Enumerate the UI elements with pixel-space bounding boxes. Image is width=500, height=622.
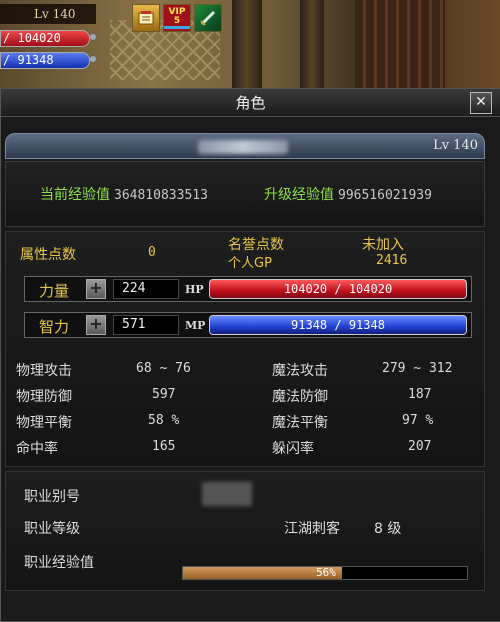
- stat-value: 58 %: [148, 413, 180, 428]
- stat-value: 207: [408, 439, 432, 454]
- hud-level: Lv 140: [0, 4, 96, 24]
- stat-value: 165: [152, 439, 176, 454]
- next-exp-value: 996516021939: [338, 188, 432, 203]
- job-panel: 职业别号 职业等级 江湖刺客 8 级 职业经验值 56%: [5, 471, 485, 591]
- character-window: 角色 ✕ Lv 140 当前经验值 364810833513 升级经验值 99651…: [0, 88, 500, 622]
- player-hud: Lv 140 / 104020 / 91348: [0, 0, 96, 76]
- hp-bar: 104020 / 104020: [209, 279, 467, 299]
- character-name-redacted: [198, 140, 288, 154]
- current-exp-label: 当前经验值: [40, 187, 110, 203]
- stat-label: 躲闪率: [272, 441, 314, 457]
- fame-points-label: 名誉点数: [228, 237, 284, 253]
- stat-value: 187: [408, 387, 432, 402]
- stat-label: 命中率: [16, 441, 58, 457]
- add-intelligence-button[interactable]: +: [86, 315, 106, 335]
- vip-icon[interactable]: VIP 5: [163, 4, 191, 32]
- scroll-icon[interactable]: [132, 4, 160, 32]
- hud-hp-knob: [90, 34, 96, 40]
- mp-bar-label: MP: [185, 319, 206, 332]
- attr-row-strength: 力量 + 224 HP 104020 / 104020: [24, 276, 472, 302]
- attr-points-value: 0: [148, 245, 156, 260]
- hud-mp-knob: [90, 56, 96, 62]
- next-exp: 升级经验值 996516021939: [264, 184, 432, 204]
- attr-row-intelligence: 智力 + 571 MP 91348 / 91348: [24, 312, 472, 338]
- stat-label: 魔法防御: [272, 389, 328, 405]
- gp-value: 2416: [376, 253, 408, 268]
- status-icons: VIP 5: [132, 4, 222, 32]
- attr-label: 力量: [39, 282, 70, 300]
- hud-hp-bar: / 104020: [0, 30, 90, 47]
- attr-label: 智力: [39, 318, 70, 336]
- mp-bar: 91348 / 91348: [209, 315, 467, 335]
- job-level-label: 职业等级: [24, 521, 80, 537]
- sword-icon[interactable]: [194, 4, 222, 32]
- attr-value: 571: [113, 315, 179, 335]
- window-titlebar[interactable]: 角色 ✕: [1, 89, 500, 117]
- job-exp-label: 职业经验值: [24, 555, 94, 571]
- stat-label: 物理防御: [16, 389, 72, 405]
- stat-value: 279 ~ 312: [382, 361, 453, 376]
- close-icon: ✕: [475, 94, 487, 110]
- next-exp-label: 升级经验值: [264, 187, 334, 203]
- character-level: Lv 140: [433, 138, 478, 153]
- stat-value: 597: [152, 387, 176, 402]
- hud-hp-value: 104020: [17, 31, 61, 45]
- job-exp-bar: 56%: [182, 566, 468, 580]
- job-alias-redacted: [202, 482, 252, 506]
- vip-underline: [164, 25, 190, 29]
- gp-label: 个人GP: [228, 256, 272, 271]
- stats-panel: 属性点数 0 名誉点数 未加入 个人GP 2416 力量 + 224 HP 10…: [5, 231, 485, 467]
- hp-bar-label: HP: [185, 283, 204, 296]
- attr-points-label: 属性点数: [20, 247, 76, 263]
- stat-label: 魔法攻击: [272, 363, 328, 379]
- job-alias-label: 职业别号: [24, 489, 80, 505]
- attr-value: 224: [113, 279, 179, 299]
- hud-mp-bar: / 91348: [0, 52, 90, 69]
- stat-label: 物理攻击: [16, 363, 72, 379]
- current-exp: 当前经验值 364810833513: [40, 184, 208, 204]
- job-class-level: 8 级: [374, 521, 402, 537]
- hud-mp-value: 91348: [17, 53, 54, 67]
- stat-label: 魔法平衡: [272, 415, 328, 431]
- plus-icon: +: [89, 278, 103, 297]
- job-exp-percent: 56%: [316, 566, 336, 579]
- wooden-door: [355, 0, 445, 90]
- plus-icon: +: [89, 314, 103, 333]
- stat-value: 68 ~ 76: [136, 361, 191, 376]
- pillar: [300, 0, 324, 90]
- close-button[interactable]: ✕: [470, 92, 492, 114]
- character-name-bar: Lv 140: [5, 133, 485, 159]
- fame-points-value: 未加入: [362, 237, 404, 253]
- stat-value: 97 %: [402, 413, 434, 428]
- add-strength-button[interactable]: +: [86, 279, 106, 299]
- window-title: 角色: [235, 94, 266, 112]
- pillar: [232, 0, 262, 90]
- current-exp-value: 364810833513: [114, 188, 208, 203]
- stat-label: 物理平衡: [16, 415, 72, 431]
- vip-level: 5: [173, 15, 181, 26]
- job-class-name: 江湖刺客: [284, 521, 340, 537]
- experience-panel: 当前经验值 364810833513 升级经验值 996516021939: [5, 161, 485, 227]
